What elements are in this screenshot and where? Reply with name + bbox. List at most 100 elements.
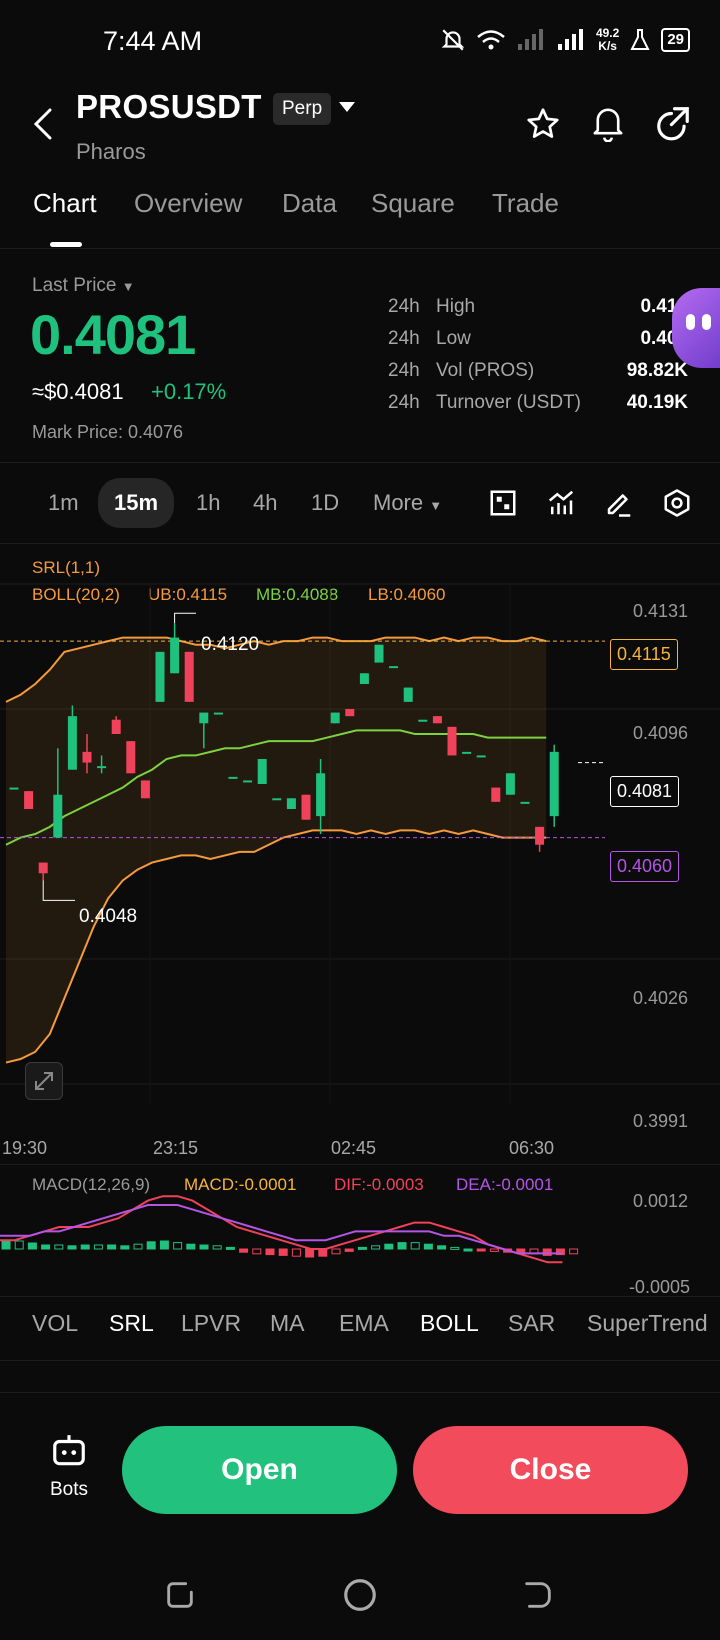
candle-body xyxy=(505,773,515,795)
interval-more-label: More xyxy=(373,490,424,515)
candle-body xyxy=(38,862,48,874)
indicator-tab-vol[interactable]: VOL xyxy=(32,1310,78,1337)
open-button[interactable]: Open xyxy=(122,1426,397,1514)
macd-histogram-bar xyxy=(186,1243,196,1250)
macd-histogram-bar xyxy=(173,1242,183,1250)
stat-high: 24h High 0.412 xyxy=(388,296,688,322)
indicator-tab-ema[interactable]: EMA xyxy=(339,1310,389,1337)
low-marker-label: 0.4048 xyxy=(79,906,138,927)
macd-histogram-bar xyxy=(331,1248,341,1255)
last-price-value: 0.4081 xyxy=(30,303,196,366)
tab-data[interactable]: Data xyxy=(282,188,337,219)
last-price-label[interactable]: Last Price ▼ xyxy=(32,275,135,297)
assistant-eye-icon xyxy=(702,314,711,330)
macd-axis-top: 0.0012 xyxy=(632,1191,688,1211)
bottom-divider-2 xyxy=(0,1392,720,1393)
candle-body xyxy=(213,712,223,715)
bell-icon[interactable] xyxy=(590,104,626,142)
macd-panel[interactable]: MACD(12,26,9) MACD:-0.0001 DIF:-0.0003 D… xyxy=(0,1165,720,1297)
interval-more[interactable]: More ▼ xyxy=(373,490,442,516)
chart-type-icon[interactable] xyxy=(488,488,518,518)
mark-price: Mark Price: 0.4076 xyxy=(32,422,184,442)
expand-chart-icon[interactable] xyxy=(25,1062,63,1100)
perp-badge[interactable]: Perp xyxy=(273,93,332,125)
indicator-tab-ma[interactable]: MA xyxy=(270,1310,305,1337)
macd-histogram-bar xyxy=(1,1240,11,1250)
macd-histogram-bar xyxy=(318,1248,328,1257)
close-button[interactable]: Close xyxy=(413,1426,688,1514)
lb-price-tag: 0.4060 xyxy=(610,851,680,882)
indicator-tabs-divider xyxy=(0,1296,720,1297)
back-icon[interactable] xyxy=(30,106,58,142)
macd-histogram-bar xyxy=(14,1240,24,1250)
macd-histogram-bar xyxy=(278,1248,288,1256)
draw-pencil-icon[interactable] xyxy=(604,488,634,518)
interval-1m[interactable]: 1m xyxy=(48,490,79,516)
system-nav-bar xyxy=(0,1560,720,1640)
tab-overview[interactable]: Overview xyxy=(134,188,242,219)
share-icon[interactable] xyxy=(654,104,692,142)
macd-histogram-bar xyxy=(27,1242,37,1250)
candle-body xyxy=(476,755,486,758)
interval-15m[interactable]: 15m xyxy=(98,478,175,528)
x-axis-label: 06:30 xyxy=(509,1138,555,1158)
x-axis-label: 02:45 xyxy=(331,1138,377,1158)
indicator-tab-boll[interactable]: BOLL xyxy=(420,1310,479,1337)
macd-histogram-bar xyxy=(107,1244,117,1250)
macd-histogram-bar xyxy=(542,1248,552,1256)
macd-histogram-bar xyxy=(450,1246,460,1250)
indicator-tab-sar[interactable]: SAR xyxy=(508,1310,555,1337)
candle-body xyxy=(228,776,238,779)
macd-histogram-bar xyxy=(357,1246,367,1250)
candle-body xyxy=(359,673,369,684)
tab-chart[interactable]: Chart xyxy=(33,188,97,219)
candle-body xyxy=(97,766,107,769)
mute-icon xyxy=(441,29,465,51)
star-icon[interactable] xyxy=(525,106,561,142)
stat-low: 24h Low 0.400 xyxy=(388,328,688,354)
candle-body xyxy=(272,798,282,801)
recents-nav-icon[interactable] xyxy=(163,1578,197,1612)
main-tabs: Chart Overview Data Square Trade xyxy=(0,188,720,248)
candle-body xyxy=(330,712,340,724)
back-nav-icon[interactable] xyxy=(521,1578,555,1612)
tab-trade[interactable]: Trade xyxy=(492,188,559,219)
expand-arrows-icon xyxy=(35,1072,53,1090)
indicator-icon[interactable] xyxy=(546,488,576,518)
indicator-tab-lpvr[interactable]: LPVR xyxy=(181,1310,241,1337)
candle-body xyxy=(155,651,165,702)
macd-histogram-bar xyxy=(291,1248,301,1257)
stat-period: 24h xyxy=(388,296,420,317)
last-price-dropdown-icon: ▼ xyxy=(121,279,135,294)
home-nav-icon[interactable] xyxy=(341,1576,379,1614)
macd-histogram-bar xyxy=(463,1248,473,1252)
candle-body xyxy=(67,716,77,770)
settings-hexagon-icon[interactable] xyxy=(662,488,692,518)
stat-label: Low xyxy=(436,328,471,349)
candle-body xyxy=(520,801,530,804)
interval-1d[interactable]: 1D xyxy=(311,490,339,516)
macd-histogram-bar xyxy=(146,1241,156,1250)
candle-body xyxy=(345,709,355,717)
macd-chart xyxy=(0,1195,579,1264)
tab-square[interactable]: Square xyxy=(371,188,455,219)
main-chart[interactable]: SRL(1,1) BOLL(20,2) UB:0.4115 MB:0.4088 … xyxy=(0,544,720,1164)
network-speed: 49.2 K/s xyxy=(596,27,619,53)
macd-axis-bottom: -0.0005 xyxy=(628,1277,690,1297)
last-price-tag: 0.4081 xyxy=(610,776,680,807)
indicator-tab-srl[interactable]: SRL xyxy=(109,1310,154,1337)
candle-body xyxy=(199,712,209,724)
candle-body xyxy=(170,637,180,674)
symbol-title[interactable]: PROSUSDT xyxy=(76,88,262,126)
indicator-tab-supertrend[interactable]: SuperTrend xyxy=(587,1310,708,1337)
bots-button[interactable]: Bots xyxy=(46,1432,92,1512)
assistant-floating-button[interactable] xyxy=(672,288,720,368)
interval-4h[interactable]: 4h xyxy=(253,490,277,516)
candle-body xyxy=(403,687,413,702)
macd-histogram-bar xyxy=(199,1244,209,1250)
candle-body xyxy=(462,751,472,754)
interval-1h[interactable]: 1h xyxy=(196,490,220,516)
signal-icon-2 xyxy=(557,29,583,50)
macd-histogram-bar xyxy=(252,1248,262,1255)
symbol-dropdown-icon[interactable] xyxy=(338,100,356,114)
